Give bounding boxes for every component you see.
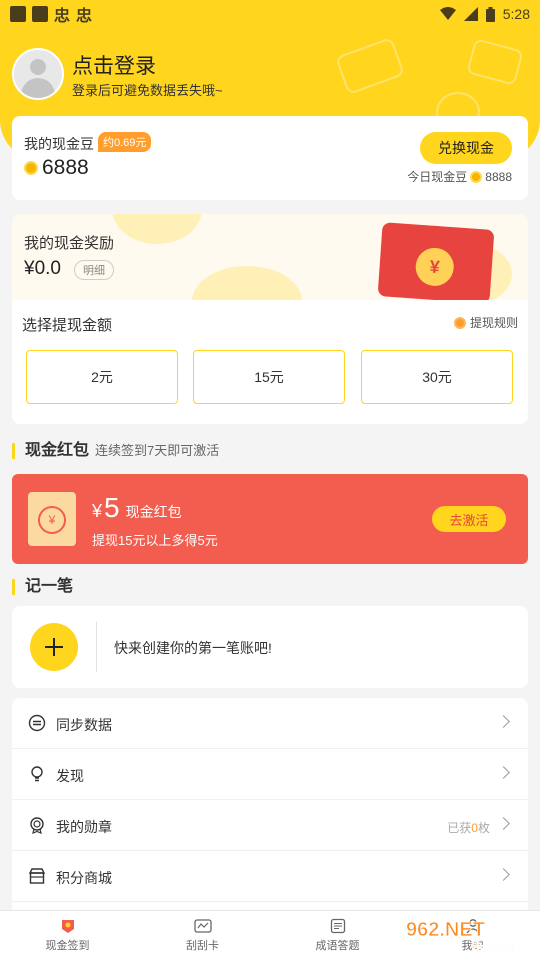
red-envelope-icon: ¥ — [377, 222, 495, 300]
reward-value: ¥0.0 — [24, 258, 61, 279]
amount-option-2[interactable]: 2元 — [26, 350, 178, 404]
red-packet-subtitle: 连续签到7天即可激活 — [95, 443, 220, 458]
notification-icon — [32, 6, 48, 22]
cash-signin-icon — [59, 918, 77, 934]
medal-count: 已获0枚 — [447, 821, 490, 835]
plus-icon — [45, 638, 63, 656]
red-envelope-icon: ¥ — [28, 492, 76, 546]
notification-icon — [10, 6, 26, 22]
red-packet-unit: 现金红包 — [125, 504, 182, 520]
red-packet-banner: ¥ ¥ 5 现金红包 提现15元以上多得5元 去激活 — [12, 474, 528, 564]
note-section-title: 记一笔 — [12, 579, 73, 595]
wifi-icon — [439, 7, 456, 20]
red-packet-section-title: 现金红包 连续签到7天即可激活 — [12, 443, 219, 459]
tab-idiom-quiz[interactable]: 成语答题 — [270, 911, 405, 960]
cash-reward-card: ¥ 我的现金奖励 ¥0.0 明细 选择提现金额 提现规则 2元 15元 30元 — [12, 214, 528, 424]
login-subtitle: 登录后可避免数据丢失哦~ — [72, 83, 223, 98]
site-watermark: 962.NET 乐游网 — [404, 914, 532, 957]
coin-value-badge: 约0.69元 — [98, 132, 152, 152]
shop-icon — [28, 867, 46, 885]
tab-label: 刮刮卡 — [186, 940, 219, 952]
divider — [96, 622, 97, 672]
reward-detail-button[interactable]: 明细 — [74, 260, 114, 280]
coin-value: 6888 — [42, 156, 89, 179]
menu-label: 发现 — [56, 768, 84, 784]
currency-symbol: ¥ — [92, 501, 103, 521]
red-packet-value: 5 — [104, 492, 120, 523]
bulb-icon — [28, 765, 46, 783]
choose-amount-label: 选择提现金额 — [22, 317, 113, 334]
clock: 5:28 — [502, 6, 530, 22]
menu-label: 我的勋章 — [56, 819, 112, 835]
create-note-card[interactable]: 快来创建你的第一笔账吧! — [12, 606, 528, 688]
chevron-right-icon — [497, 715, 510, 728]
today-value: 8888 — [485, 169, 512, 184]
battery-icon — [485, 6, 495, 22]
red-packet-desc: 提现15元以上多得5元 — [92, 533, 218, 548]
red-packet-title: 现金红包 — [25, 442, 90, 459]
watermark-brand: 962.NET — [406, 919, 485, 941]
rules-label: 提现规则 — [469, 316, 518, 330]
menu-item-medals[interactable]: 我的勋章 已获0枚 — [12, 800, 528, 851]
coin-balance: 6888 — [24, 156, 89, 180]
chevron-right-icon — [497, 766, 510, 779]
medal-icon — [28, 816, 46, 834]
menu-item-discover[interactable]: 发现 — [12, 749, 528, 800]
app-notification-glyph: 忠 — [76, 8, 93, 25]
tab-cash-signin[interactable]: 现金签到 — [0, 911, 135, 960]
menu-item-sync[interactable]: 同步数据 — [12, 698, 528, 749]
reward-banner: ¥ — [12, 214, 528, 300]
exchange-cash-button[interactable]: 兑换现金 — [420, 132, 512, 164]
decor-ticket-icon — [334, 36, 406, 96]
red-packet-amount: ¥ 5 现金红包 — [92, 492, 182, 524]
scratch-card-icon — [193, 918, 212, 934]
coin-icon — [470, 170, 483, 183]
login-title[interactable]: 点击登录 — [72, 50, 156, 80]
activate-button[interactable]: 去激活 — [432, 506, 506, 532]
avatar[interactable] — [12, 48, 64, 100]
create-note-prompt: 快来创建你的第一笔账吧! — [114, 640, 272, 656]
cash-coin-card: 我的现金豆 约0.69元 6888 兑换现金 今日现金豆 8888 — [12, 116, 528, 200]
idiom-quiz-icon — [329, 918, 347, 934]
reward-title: 我的现金奖励 — [24, 235, 115, 252]
rules-icon — [453, 316, 466, 329]
coin-icon — [24, 161, 38, 175]
chevron-right-icon — [497, 868, 510, 881]
menu-label: 同步数据 — [56, 717, 112, 733]
menu-item-shop[interactable]: 积分商城 — [12, 851, 528, 902]
today-coins: 今日现金豆 8888 — [407, 168, 512, 185]
coin-label: 我的现金豆 — [24, 136, 94, 152]
tab-scratch-card[interactable]: 刮刮卡 — [135, 911, 270, 960]
tab-label: 现金签到 — [45, 940, 90, 952]
withdraw-rules-link[interactable]: 提现规则 — [453, 314, 518, 331]
settings-menu: 同步数据 发现 我的勋章 已获0枚 积分商城 — [12, 698, 528, 918]
app-notification-glyph: 忠 — [54, 8, 71, 25]
today-label: 今日现金豆 — [407, 170, 468, 184]
menu-label: 积分商城 — [56, 870, 112, 886]
add-note-button[interactable] — [30, 623, 78, 671]
tab-label: 成语答题 — [315, 940, 360, 952]
decor-check-icon — [466, 38, 524, 86]
chevron-right-icon — [497, 817, 510, 830]
watermark-site: 乐游网 — [470, 938, 515, 956]
sync-icon — [28, 714, 46, 732]
signal-icon — [463, 7, 478, 21]
status-bar: 忠 忠 5:28 — [0, 0, 540, 28]
amount-option-30[interactable]: 30元 — [361, 350, 513, 404]
amount-option-15[interactable]: 15元 — [193, 350, 345, 404]
